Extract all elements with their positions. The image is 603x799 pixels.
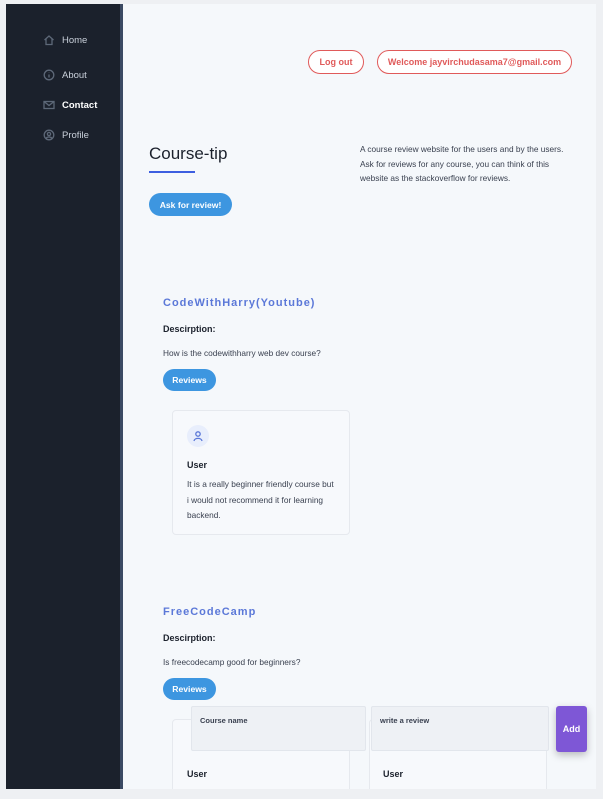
add-button[interactable]: Add: [556, 706, 587, 752]
reviews-button[interactable]: Reviews: [163, 369, 216, 391]
sidebar-item-home[interactable]: Home: [43, 34, 87, 46]
sidebar-item-contact[interactable]: Contact: [43, 99, 97, 111]
ask-for-review-button[interactable]: Ask for review!: [149, 193, 232, 216]
course-name-input[interactable]: Course name: [191, 706, 366, 751]
course-title[interactable]: CodeWithHarry(Youtube): [163, 297, 315, 309]
sidebar-item-profile[interactable]: Profile: [43, 129, 89, 141]
reviews-button[interactable]: Reviews: [163, 678, 216, 700]
description-label: Descirption:: [163, 324, 216, 334]
mail-icon: [43, 99, 55, 111]
user-icon: [187, 425, 209, 447]
logout-button[interactable]: Log out: [308, 50, 364, 74]
course-question: Is freecodecamp good for beginners?: [163, 657, 301, 667]
home-icon: [43, 34, 55, 46]
page-title: Course-tip: [149, 144, 228, 163]
welcome-user-button[interactable]: Welcome jayvirchudasama7@gmail.com: [377, 50, 572, 74]
site-description: A course review website for the users an…: [360, 144, 564, 183]
review-card: User It is a really beginner friendly co…: [172, 410, 350, 535]
sidebar-item-label: Contact: [62, 99, 98, 111]
sidebar-item-label: Profile: [62, 129, 89, 141]
review-text: It is a really beginner friendly course …: [187, 479, 334, 520]
description-label: Descirption:: [163, 633, 216, 643]
review-user: User: [187, 460, 208, 470]
course-title[interactable]: FreeCodeCamp: [163, 606, 256, 618]
review-user: User: [383, 769, 404, 779]
sidebar-item-label: Home: [62, 34, 88, 46]
user-circle-icon: [43, 129, 55, 141]
main-content: Log out Welcome jayvirchudasama7@gmail.c…: [126, 4, 596, 789]
review-user: User: [187, 769, 208, 779]
sidebar-item-about[interactable]: About: [43, 69, 87, 81]
review-input[interactable]: write a review: [371, 706, 549, 751]
info-icon: [43, 69, 55, 81]
title-underline: [149, 171, 195, 173]
course-question: How is the codewithharry web dev course?: [163, 348, 321, 358]
sidebar: Home About Contact Profile: [6, 4, 123, 789]
sidebar-item-label: About: [62, 69, 87, 81]
app-frame: Home About Contact Profile Log out Welco…: [6, 4, 596, 789]
